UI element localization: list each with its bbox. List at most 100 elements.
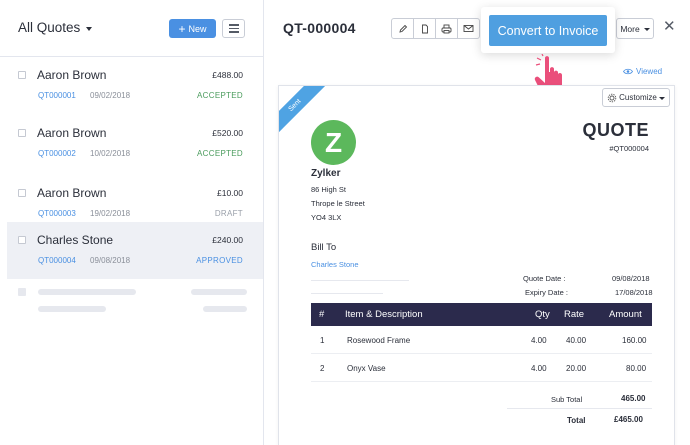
- cell-num: 2: [320, 364, 325, 373]
- cell-item: Rosewood Frame: [347, 336, 411, 345]
- total-value: £465.00: [614, 415, 643, 424]
- bill-to-name[interactable]: Charles Stone: [311, 260, 359, 269]
- quote-date: 09/08/2018: [90, 256, 131, 265]
- customize-label: Customize: [619, 93, 657, 102]
- placeholder-line: [311, 293, 383, 294]
- hamburger-icon-line: [228, 27, 239, 30]
- more-label: More: [620, 23, 640, 34]
- row-checkbox[interactable]: [18, 71, 26, 79]
- quote-date: 10/02/2018: [90, 149, 131, 158]
- cell-qty: 4.00: [531, 364, 547, 373]
- cell-num: 1: [320, 336, 325, 345]
- quote-amount: £10.00: [217, 188, 243, 198]
- expiry-date-value: 17/08/2018: [615, 288, 653, 297]
- cell-rate: 40.00: [566, 336, 587, 345]
- list-item[interactable]: Aaron Brown £520.00 QT000002 10/02/2018 …: [7, 119, 263, 177]
- customer-name: Charles Stone: [37, 233, 114, 247]
- cell-qty: 4.00: [531, 336, 547, 345]
- list-view-selector[interactable]: All Quotes: [18, 20, 93, 35]
- list-menu-button[interactable]: [222, 19, 245, 38]
- customer-name: Aaron Brown: [37, 126, 107, 140]
- detail-header: QT-000004 More ✕: [265, 0, 690, 57]
- convert-popover: Convert to Invoice: [481, 7, 615, 53]
- list-item[interactable]: Aaron Brown £488.00 QT000001 09/02/2018 …: [7, 61, 263, 119]
- skeleton-line: [191, 289, 247, 295]
- quote-date: 09/02/2018: [90, 91, 131, 100]
- total-amount: £465.00: [614, 415, 643, 424]
- quote-date-label: Quote Date :: [523, 274, 566, 283]
- customer-name: Aaron Brown: [37, 186, 107, 200]
- close-icon[interactable]: ✕: [663, 17, 676, 35]
- convert-to-invoice-button[interactable]: Convert to Invoice: [489, 15, 607, 46]
- row-checkbox[interactable]: [18, 129, 26, 137]
- hamburger-icon: [228, 24, 239, 26]
- subtotal-value: 465.00: [621, 394, 645, 403]
- document-title: QUOTE: [582, 120, 649, 140]
- table-row: 1 Rosewood Frame 4.00 40.00 160.00: [311, 326, 652, 354]
- address-line: 86 High St: [311, 185, 347, 194]
- table-row: 2 Onyx Vase 4.00 20.00 80.00: [311, 354, 652, 382]
- pencil-icon: [398, 24, 407, 33]
- chevron-down-icon: [658, 97, 665, 100]
- cell-amount: 80.00: [626, 364, 647, 373]
- new-button-label: New: [188, 23, 207, 34]
- col-item: Item & Description: [345, 309, 423, 320]
- placeholder-line: [311, 280, 409, 281]
- skeleton-line: [38, 306, 106, 312]
- customize-button[interactable]: Customize: [602, 88, 670, 107]
- skeleton-line: [38, 289, 136, 295]
- hamburger-icon-line: [228, 31, 239, 33]
- quote-amount: £488.00: [212, 70, 243, 80]
- mail-icon: [463, 25, 474, 32]
- list-title-label: All Quotes: [18, 20, 81, 35]
- printer-icon: [441, 24, 452, 33]
- subtotal-label: Sub Total: [551, 395, 583, 404]
- quote-number: #QT000004: [609, 144, 649, 153]
- new-quote-button[interactable]: + New: [169, 19, 216, 38]
- status-badge: DRAFT: [214, 209, 243, 218]
- cell-amount: 160.00: [622, 336, 647, 345]
- chevron-down-icon: [643, 28, 650, 31]
- quote-amount: £240.00: [212, 235, 243, 245]
- quote-date: 19/02/2018: [90, 209, 131, 218]
- expiry-date-label: Expiry Date :: [525, 288, 568, 297]
- address-line: Thrope le Street: [311, 199, 365, 208]
- org-name: Zylker: [311, 168, 341, 179]
- list-item-selected[interactable]: Charles Stone £240.00 QT000004 09/08/201…: [7, 222, 263, 279]
- quote-number: QT000002: [38, 149, 76, 158]
- subtotal-amount: 465.00: [621, 394, 646, 403]
- skeleton-line: [203, 306, 247, 312]
- plus-icon: +: [178, 21, 186, 36]
- email-button[interactable]: [457, 18, 480, 39]
- document-icon: [421, 24, 428, 33]
- pdf-button[interactable]: [413, 18, 436, 39]
- customer-name: Aaron Brown: [37, 68, 107, 82]
- cell-rate: 20.00: [566, 364, 587, 373]
- more-button[interactable]: More: [616, 18, 654, 39]
- col-qty: Qty: [535, 309, 550, 320]
- edit-button[interactable]: [391, 18, 414, 39]
- status-badge: APPROVED: [196, 256, 243, 265]
- quote-document: Sent Customize Z Zylker 86 High St Throp…: [278, 85, 675, 445]
- total-label: Total: [567, 416, 586, 425]
- quote-number: QT000001: [38, 91, 76, 100]
- items-table-header: # Item & Description Qty Rate Amount: [311, 303, 652, 326]
- status-badge: ACCEPTED: [197, 149, 243, 158]
- quote-number: QT000004: [38, 256, 76, 265]
- list-header: All Quotes + New: [0, 0, 263, 57]
- col-amount: Amount: [609, 309, 642, 320]
- skeleton-checkbox: [18, 288, 26, 296]
- gear-icon: [607, 93, 617, 102]
- viewed-indicator: Viewed: [623, 67, 662, 76]
- chevron-down-icon: [86, 26, 93, 31]
- total-label-text: Total: [567, 416, 586, 425]
- row-checkbox[interactable]: [18, 189, 26, 197]
- row-checkbox[interactable]: [18, 236, 26, 244]
- print-button[interactable]: [435, 18, 458, 39]
- viewed-label: Viewed: [636, 67, 663, 76]
- page-title: QT-000004: [283, 20, 356, 36]
- cell-item: Onyx Vase: [347, 364, 386, 373]
- quote-amount: £520.00: [212, 128, 243, 138]
- col-rate: Rate: [564, 309, 585, 320]
- quote-number: QT000003: [38, 209, 76, 218]
